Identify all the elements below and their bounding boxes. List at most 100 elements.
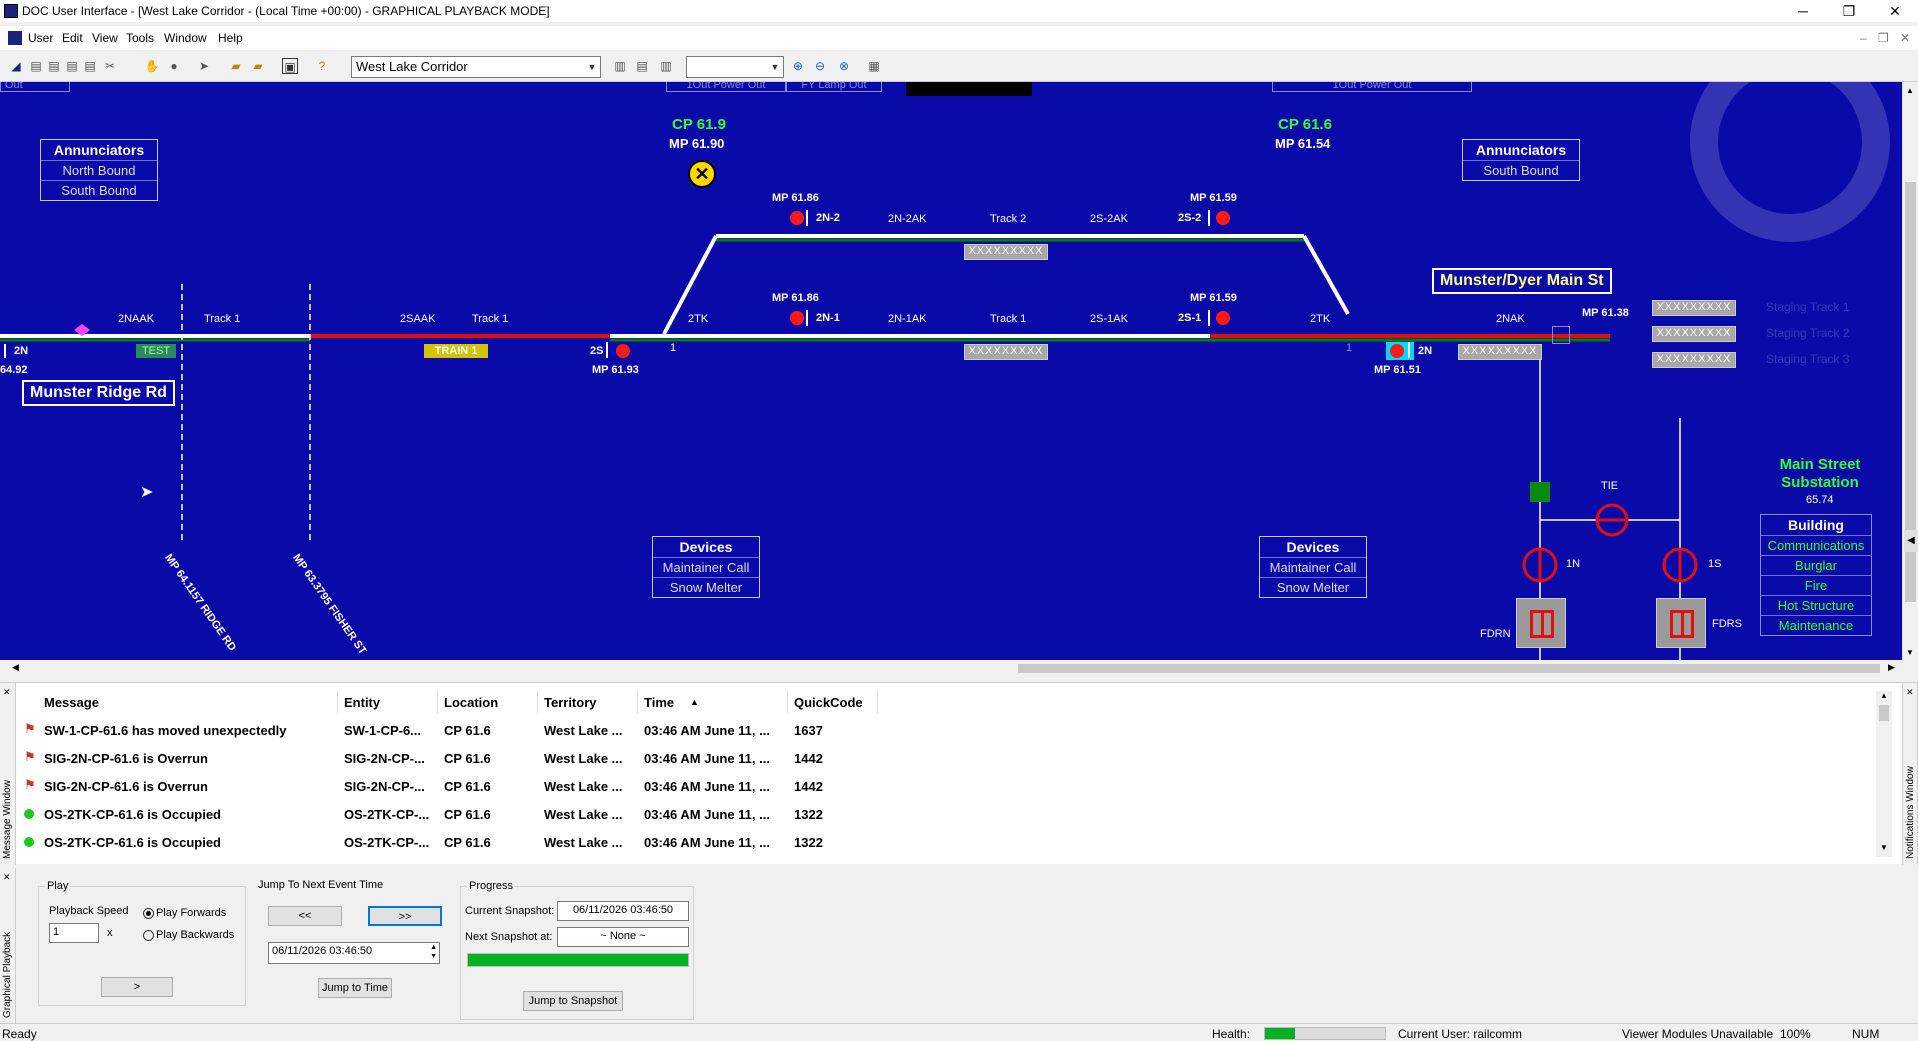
spinner-icon[interactable]: ▲ ▼	[430, 943, 437, 961]
canvas-horizontal-scrollbar[interactable]: ◀ ▶	[0, 660, 1902, 676]
signal-2s2-icon[interactable]	[1216, 211, 1230, 225]
grid-icon[interactable]: ▦	[866, 58, 882, 74]
canvas-vertical-scrollbar[interactable]: ▲ ▼	[1902, 82, 1918, 660]
table-row[interactable]: OS-2TK-CP-61.6 is Occupied OS-2TK-CP-... C…	[18, 803, 1868, 827]
close-button[interactable]: ✕	[1872, 0, 1918, 22]
prev-event-button[interactable]: <<	[268, 906, 342, 926]
scroll-up-icon[interactable]: ▲	[1880, 691, 1888, 700]
building-maintenance[interactable]: Maintenance	[1761, 615, 1871, 635]
folder-icon[interactable]: ▰	[250, 58, 266, 74]
table-row[interactable]: ⚑ SW-1-CP-61.6 has moved unexpectedly SW-1…	[18, 719, 1868, 743]
breaker-green[interactable]	[1530, 482, 1550, 502]
message-window-tab[interactable]: ✕ Message Window	[0, 683, 16, 865]
menu-view[interactable]: View	[92, 31, 118, 45]
mdi-icon[interactable]	[8, 31, 22, 45]
mdi-restore-icon[interactable]: ❐	[1878, 31, 1889, 45]
playback-tab[interactable]: ✕ Graphical Playback	[0, 868, 16, 1023]
table-row[interactable]: OS-2TK-CP-61.6 is Occupied OS-2TK-CP-... C…	[18, 831, 1868, 855]
staging-block-3: XXXXXXXXX	[1652, 352, 1736, 368]
scroll-left-icon[interactable]: ◀	[12, 662, 19, 673]
lock-icon[interactable]: ●	[166, 58, 182, 74]
cut-icon[interactable]: ✂	[102, 58, 118, 74]
building-fire[interactable]: Fire	[1761, 575, 1871, 595]
tool1-icon[interactable]: ▤	[28, 58, 44, 74]
layout1-icon[interactable]: ▥	[612, 58, 628, 74]
menu-help[interactable]: Help	[218, 31, 243, 45]
signal-2s-icon[interactable]	[616, 344, 630, 358]
hscroll-thumb[interactable]	[1018, 664, 1880, 673]
signal-2s1-icon[interactable]	[1216, 311, 1230, 325]
layout2-icon[interactable]: ▤	[634, 58, 650, 74]
col-entity[interactable]: Entity	[344, 695, 380, 710]
hand-icon[interactable]: ✋	[144, 58, 160, 74]
scroll-up-icon[interactable]: ▲	[1906, 86, 1914, 95]
layout3-icon[interactable]: ▥	[658, 58, 674, 74]
table-row[interactable]: ⚑ SIG-2N-CP-61.6 is Overrun SIG-2N-CP-... C…	[18, 747, 1868, 771]
scroll-thumb[interactable]	[1879, 705, 1889, 721]
close-icon[interactable]: ✕	[1906, 687, 1914, 698]
close-icon[interactable]: ✕	[3, 872, 11, 883]
open-folder-icon[interactable]: ▰	[228, 58, 244, 74]
pointer-icon[interactable]: ➤	[196, 58, 212, 74]
building-burglar[interactable]: Burglar	[1761, 555, 1871, 575]
play-backwards-radio[interactable]: Play Backwards	[143, 929, 234, 941]
table-row[interactable]: ⚑ SIG-2N-CP-61.6 is Overrun SIG-2N-CP-... C…	[18, 775, 1868, 799]
signal-2n-right-icon[interactable]	[1390, 344, 1404, 358]
jump-to-time-button[interactable]: Jump to Time	[318, 978, 392, 998]
next-event-button[interactable]: >>	[368, 906, 442, 926]
play-button[interactable]: >	[101, 977, 173, 997]
scroll-down-icon[interactable]: ▼	[1880, 843, 1888, 852]
feeder-s-box[interactable]	[1656, 598, 1706, 648]
jump-to-snapshot-button[interactable]: Jump to Snapshot	[523, 991, 623, 1011]
menu-tools[interactable]: Tools	[126, 31, 154, 45]
tool2-icon[interactable]: ▤	[46, 58, 62, 74]
menu-edit[interactable]: Edit	[62, 31, 83, 45]
col-territory[interactable]: Territory	[544, 695, 597, 710]
maximize-button[interactable]: ❐	[1826, 0, 1872, 22]
play-forwards-radio[interactable]: Play Forwards	[143, 907, 226, 919]
minimize-button[interactable]: ─	[1780, 0, 1826, 22]
building-communications[interactable]: Communications	[1761, 535, 1871, 555]
maintainer-call-right[interactable]: Maintainer Call	[1260, 557, 1366, 577]
snow-melter-right[interactable]: Snow Melter	[1260, 577, 1366, 597]
col-time[interactable]: Time	[644, 695, 674, 710]
feeder-n-box[interactable]	[1516, 598, 1566, 648]
tool4-icon[interactable]: ▤	[82, 58, 98, 74]
track-canvas[interactable]: Out 1Out Power Out FY Lamp Out 1Out Powe…	[0, 82, 1902, 660]
zoom-select[interactable]: ▼	[686, 56, 784, 78]
side-collapse-icon[interactable]: ◀	[1904, 530, 1918, 552]
help-icon[interactable]: ?	[314, 58, 330, 74]
zoom-out-icon[interactable]: ⊖	[812, 58, 828, 74]
test-tag[interactable]: TEST	[136, 344, 176, 358]
maintainer-call-left[interactable]: Maintainer Call	[653, 557, 759, 577]
col-location[interactable]: Location	[444, 695, 498, 710]
building-hot-structure[interactable]: Hot Structure	[1761, 595, 1871, 615]
building-title: Building	[1788, 517, 1844, 533]
territory-select[interactable]: West Lake Corridor ▼	[351, 56, 601, 78]
logo-icon[interactable]: ◢	[8, 58, 24, 74]
radio-empty-icon	[143, 929, 154, 941]
mdi-close-icon[interactable]: ✕	[1900, 31, 1910, 45]
col-message[interactable]: Message	[44, 695, 99, 710]
staging-track-2: Staging Track 2	[1766, 326, 1850, 340]
monitor-icon[interactable]: ▣	[282, 58, 298, 74]
col-quickcode[interactable]: QuickCode	[794, 695, 863, 710]
signal-2n2-icon[interactable]	[790, 211, 804, 225]
menu-user[interactable]: User	[28, 31, 53, 45]
menu-window[interactable]: Window	[164, 31, 207, 45]
snow-melter-left[interactable]: Snow Melter	[653, 577, 759, 597]
tool3-icon[interactable]: ▤	[64, 58, 80, 74]
close-icon[interactable]: ✕	[3, 687, 11, 698]
message-scrollbar[interactable]: ▲ ▼	[1876, 691, 1892, 857]
scroll-down-icon[interactable]: ▼	[1906, 648, 1914, 657]
mdi-minimize-icon[interactable]: –	[1860, 31, 1867, 45]
cell-code: 1322	[794, 835, 823, 850]
zoom-fit-icon[interactable]: ⊗	[836, 58, 852, 74]
playback-speed-input[interactable]: 1	[49, 923, 99, 943]
train-tag[interactable]: TRAIN 1	[424, 344, 488, 358]
zoom-in-icon[interactable]: ⊕	[790, 58, 806, 74]
jump-time-input[interactable]: 06/11/2026 03:46:50 ▲ ▼	[268, 942, 440, 964]
scroll-right-icon[interactable]: ▶	[1888, 662, 1895, 673]
notifications-window-tab[interactable]: ✕ Notifications Window	[1902, 683, 1918, 865]
signal-2n1-icon[interactable]	[790, 311, 804, 325]
